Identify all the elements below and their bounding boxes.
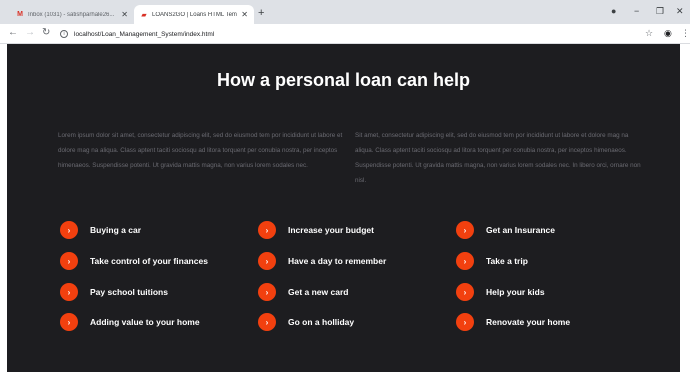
close-tab-icon[interactable]: ✕ [241, 10, 248, 19]
menu-icon[interactable]: ⋮ [681, 28, 690, 39]
profile-icon[interactable]: ● [611, 6, 616, 16]
feature-label: Take a trip [486, 256, 528, 266]
feature-item: › Pay school tuitions [60, 283, 168, 301]
minimize-icon[interactable]: − [634, 6, 639, 16]
chevron-right-icon: › [456, 283, 474, 301]
tab-title: Inbox (1031) - satishparhale26... [28, 11, 115, 18]
chevron-right-icon: › [60, 252, 78, 270]
feature-item: › Have a day to remember [258, 252, 386, 270]
feature-item: › Take control of your finances [60, 252, 208, 270]
feature-label: Have a day to remember [288, 256, 387, 266]
feature-label: Help your kids [486, 287, 545, 297]
feature-item: › Get a new card [258, 283, 348, 301]
feature-item: › Get an Insurance [456, 221, 555, 239]
feature-item: › Renovate your home [456, 313, 570, 331]
reload-icon[interactable]: ↻ [42, 27, 50, 38]
chevron-right-icon: › [258, 221, 276, 239]
feature-item: › Adding value to your home [60, 313, 200, 331]
intro-paragraph-right: Sit amet, consectetur adipiscing elit, s… [355, 132, 641, 184]
tab-loans2go[interactable]: ▰ LOANS2GO | Loans HTML Templ... ✕ [134, 5, 254, 24]
chevron-right-icon: › [258, 252, 276, 270]
feature-label: Renovate your home [486, 317, 571, 327]
browser-toolbar: ← → ↻ i localhost/Loan_Management_System… [0, 24, 690, 44]
tab-title: LOANS2GO | Loans HTML Templ... [152, 11, 238, 18]
section-title: How a personal loan can help [216, 70, 471, 90]
feature-label: Buying a car [90, 225, 142, 235]
feature-item: › Go on a holliday [258, 313, 354, 331]
tab-gmail-inbox[interactable]: M Inbox (1031) - satishparhale26... ✕ [10, 5, 134, 24]
chevron-right-icon: › [456, 252, 474, 270]
feature-label: Go on a holliday [288, 317, 355, 327]
feature-label: Increase your budget [288, 225, 374, 235]
extension-icon[interactable]: ◉ [664, 28, 672, 39]
close-tab-icon[interactable]: ✕ [121, 10, 128, 19]
address-bar[interactable]: i localhost/Loan_Management_System/index… [60, 27, 638, 41]
url-text: localhost/Loan_Management_System/index.h… [74, 30, 215, 38]
chevron-right-icon: › [60, 221, 78, 239]
feature-label: Pay school tuitions [90, 287, 168, 297]
chevron-right-icon: › [258, 313, 276, 331]
feature-label: Get a new card [288, 287, 349, 297]
chevron-right-icon: › [258, 283, 276, 301]
chevron-right-icon: › [456, 313, 474, 331]
new-tab-button[interactable]: + [258, 7, 264, 19]
bookmark-star-icon[interactable]: ☆ [645, 28, 653, 39]
feature-label: Adding value to your home [90, 317, 200, 327]
feature-label: Take control of your finances [90, 256, 208, 266]
chevron-right-icon: › [60, 283, 78, 301]
feature-label: Get an Insurance [486, 225, 555, 235]
feature-item: › Buying a car [60, 221, 141, 239]
loan-help-section: How a personal loan can help Lorem ipsum… [7, 44, 680, 372]
back-icon[interactable]: ← [8, 27, 18, 38]
loans-favicon-icon: ▰ [141, 11, 147, 19]
chevron-right-icon: › [456, 221, 474, 239]
intro-paragraph-left: Lorem ipsum dolor sit amet, consectetur … [58, 132, 343, 169]
forward-icon[interactable]: → [25, 27, 35, 38]
feature-item: › Take a trip [456, 252, 528, 270]
feature-item: › Increase your budget [258, 221, 374, 239]
restore-icon[interactable]: ❐ [656, 6, 664, 17]
info-icon[interactable]: i [60, 30, 68, 38]
gmail-icon: M [17, 11, 23, 18]
feature-item: › Help your kids [456, 283, 545, 301]
tab-bar: M Inbox (1031) - satishparhale26... ✕ ▰ … [0, 0, 690, 24]
chevron-right-icon: › [60, 313, 78, 331]
close-window-icon[interactable]: ✕ [676, 6, 684, 17]
